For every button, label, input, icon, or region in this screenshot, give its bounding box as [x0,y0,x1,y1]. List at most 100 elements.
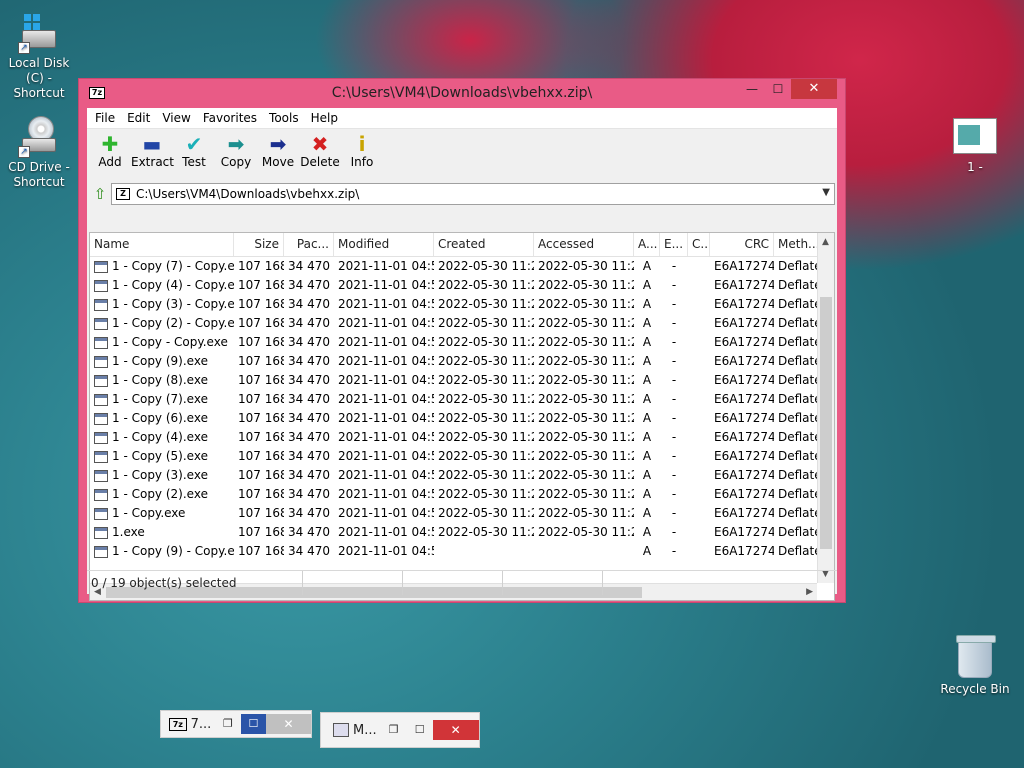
file-created-cell: 2022-05-30 11:23 [438,354,534,368]
info-icon: i [358,132,366,156]
file-name-text: 1 - Copy (2).exe [112,487,208,501]
file-size-cell: 107 168 [238,544,284,558]
file-name-text: 1 - Copy (3) - Copy.exe [112,297,234,311]
exe-file-icon [94,317,108,330]
maximize-button[interactable]: ☐ [240,714,267,734]
table-row[interactable]: 1 - Copy (2) - Copy.exe 107 168 34 470 2021… [90,314,834,333]
column-header-packed-size[interactable]: Pac... [284,233,334,256]
file-modified-cell: 2021-11-01 04:51 [338,373,434,387]
toolbar-extract-button[interactable]: ▬ Extract [131,129,174,181]
table-row[interactable]: 1 - Copy (4).exe 107 168 34 470 2021-11-01 … [90,428,834,447]
toolbar-copy-button[interactable]: ➡ Copy [215,129,257,181]
address-field[interactable]: Z C:\Users\VM4\Downloads\vbehxx.zip\ ▼ [111,183,835,205]
restore-button[interactable]: ❐ [381,720,407,740]
column-header-accessed[interactable]: Accessed [534,233,634,256]
toolbar-add-button[interactable]: ✚ Add [89,129,131,181]
title-bar[interactable]: 7z C:\Users\VM4\Downloads\vbehxx.zip\ — … [79,79,845,107]
maximize-button[interactable]: ☐ [765,79,791,99]
table-row[interactable]: 1 - Copy (3).exe 107 168 34 470 2021-11-01 … [90,466,834,485]
file-comment-cell [688,314,710,333]
file-modified-cell: 2021-11-01 04:51 [338,316,434,330]
menu-file[interactable]: File [89,111,121,125]
column-header-method[interactable]: Meth... [774,233,822,256]
table-row[interactable]: 1 - Copy (9).exe 107 168 34 470 2021-11-01 … [90,352,834,371]
file-name-cell: 1 - Copy (5).exe [90,447,234,466]
desktop-icon-local-disk[interactable]: ↗ Local Disk (C) - Shortcut [0,12,78,101]
table-row[interactable]: 1 - Copy (4) - Copy.exe 107 168 34 470 2021… [90,276,834,295]
file-accessed-cell: 2022-05-30 11:23 [538,335,634,349]
table-row[interactable]: 1 - Copy (9) - Copy.exe 107 168 34 470 2021… [90,542,834,561]
file-comment-cell [688,390,710,409]
file-comment-cell [688,466,710,485]
column-header-crc[interactable]: CRC [710,233,774,256]
menu-help[interactable]: Help [305,111,344,125]
column-header-encrypted[interactable]: E... [660,233,688,256]
table-row[interactable]: 1 - Copy (3) - Copy.exe 107 168 34 470 2021… [90,295,834,314]
table-row[interactable]: 1 - Copy (7).exe 107 168 34 470 2021-11-01 … [90,390,834,409]
minimized-window-label: M... [353,722,377,738]
exe-file-icon [94,298,108,311]
column-header-name[interactable]: Name [90,233,234,256]
file-created-cell: 2022-05-30 11:23 [438,316,534,330]
file-packed-size-cell: 34 470 [288,278,330,292]
table-row[interactable]: 1 - Copy (5).exe 107 168 34 470 2021-11-01 … [90,447,834,466]
file-encrypted-cell: - [671,468,677,482]
table-row[interactable]: 1 - Copy.exe 107 168 34 470 2021-11-01 04:5… [90,504,834,523]
exe-file-icon [94,336,108,349]
file-modified-cell: 2021-11-01 04:51 [338,411,434,425]
column-header-comment[interactable]: C... [688,233,710,256]
file-accessed-cell: 2022-05-30 11:23 [538,411,634,425]
menu-favorites[interactable]: Favorites [197,111,263,125]
column-header-attributes[interactable]: A... [634,233,660,256]
column-header-created[interactable]: Created [434,233,534,256]
toolbar-move-button[interactable]: ➡ Move [257,129,299,181]
desktop-icon-cd-drive[interactable]: ↗ CD Drive - Shortcut [0,116,78,190]
close-button[interactable]: ✕ [266,714,311,734]
column-header-modified[interactable]: Modified [334,233,434,256]
file-name-text: 1 - Copy (7) - Copy.exe [112,259,234,273]
vertical-scroll-thumb[interactable] [820,297,832,549]
file-comment-cell [688,295,710,314]
exe-file-icon [94,279,108,292]
file-accessed-cell: 2022-05-30 11:22 [538,525,634,539]
minimize-button[interactable]: — [739,79,765,99]
minimized-window-app[interactable]: M... ❐ ☐ ✕ [320,712,480,748]
scroll-up-icon[interactable]: ▲ [822,237,829,247]
restore-button[interactable]: ❐ [215,714,240,734]
table-row[interactable]: 1 - Copy (6).exe 107 168 34 470 2021-11-01 … [90,409,834,428]
table-row[interactable]: 1 - Copy (2).exe 107 168 34 470 2021-11-01 … [90,485,834,504]
table-row[interactable]: 1 - Copy (7) - Copy.exe 107 168 34 470 2021… [90,257,834,276]
file-name-cell: 1 - Copy (2).exe [90,485,234,504]
file-method-cell: Deflate [778,335,822,349]
column-header-size[interactable]: Size [234,233,284,256]
table-row[interactable]: 1.exe 107 168 34 470 2021-11-01 04:51 2022-0… [90,523,834,542]
menu-bar: File Edit View Favorites Tools Help [87,108,837,129]
toolbar-test-button[interactable]: ✔ Test [173,129,215,181]
toolbar-delete-button[interactable]: ✖ Delete [299,129,341,181]
exe-file-icon [94,469,108,482]
file-name-cell: 1 - Copy (6).exe [90,409,234,428]
status-bar: 0 / 19 object(s) selected [87,570,837,595]
file-comment-cell [688,428,710,447]
desktop-icon-window-thumbnail[interactable]: 1 - [936,118,1014,175]
up-folder-button[interactable]: ⇧ [89,184,111,204]
close-button[interactable]: ✕ [432,720,479,740]
file-packed-size-cell: 34 470 [288,468,330,482]
minimized-window-7zip[interactable]: 7z 7... ❐ ☐ ✕ [160,710,312,738]
file-comment-cell [688,485,710,504]
menu-tools[interactable]: Tools [263,111,305,125]
table-row[interactable]: 1 - Copy (8).exe 107 168 34 470 2021-11-01 … [90,371,834,390]
toolbar-label: Info [350,155,374,169]
vertical-scrollbar[interactable]: ▲ ▼ [817,233,834,583]
maximize-button[interactable]: ☐ [407,720,433,740]
close-button[interactable]: ✕ [791,79,837,99]
file-created-cell: 2022-05-30 11:23 [438,259,534,273]
toolbar-info-button[interactable]: i Info [341,129,383,181]
chevron-down-icon[interactable]: ▼ [822,187,830,198]
menu-edit[interactable]: Edit [121,111,156,125]
table-row[interactable]: 1 - Copy - Copy.exe 107 168 34 470 2021-11-… [90,333,834,352]
file-comment-cell [688,276,710,295]
file-method-cell: Deflate [778,506,822,520]
menu-view[interactable]: View [156,111,196,125]
desktop-icon-recycle-bin[interactable]: Recycle Bin [936,635,1014,697]
